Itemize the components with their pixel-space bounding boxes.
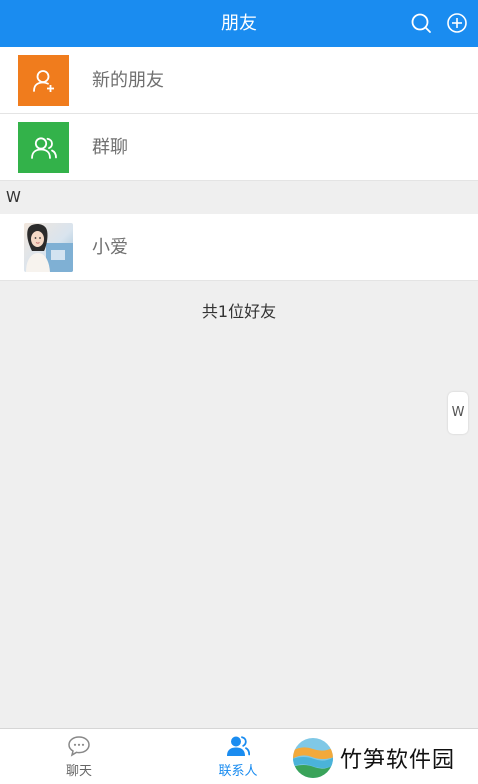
group-icon	[30, 136, 57, 159]
group-chat-row[interactable]: 群聊	[0, 114, 478, 181]
watermark-text: 竹笋软件园	[340, 748, 456, 773]
add-circle-icon	[447, 13, 467, 33]
tab-chat[interactable]: 聊天	[19, 729, 139, 784]
watermark: 竹笋软件园	[292, 736, 472, 780]
chat-bubble-icon	[68, 736, 90, 757]
contact-row[interactable]: 小爱	[0, 214, 478, 281]
page-title: 朋友	[221, 13, 257, 34]
group-chat-tile	[18, 122, 69, 173]
contact-name: 小爱	[92, 237, 128, 258]
contacts-screen: 朋友 新的朋友 群聊 W 小爱 共1位好友 W 聊天 联系人 竹笋软件园	[0, 0, 478, 784]
avatar-photo	[26, 223, 73, 272]
contacts-icon	[227, 736, 250, 756]
tab-contacts[interactable]: 联系人	[178, 729, 298, 784]
contact-list: 新的朋友 群聊 W 小爱	[0, 47, 478, 281]
friend-count: 共1位好友	[201, 302, 277, 321]
avatar	[24, 223, 73, 272]
new-friends-label: 新的朋友	[92, 70, 164, 91]
tab-chat-label: 聊天	[65, 764, 92, 779]
new-friends-row[interactable]: 新的朋友	[0, 47, 478, 114]
alphabet-index-bar[interactable]: W	[448, 392, 468, 434]
section-header-w: W	[0, 181, 478, 214]
watermark-logo	[293, 738, 333, 778]
search-button[interactable]	[410, 12, 432, 34]
add-button[interactable]	[446, 12, 468, 34]
tab-contacts-label: 联系人	[218, 764, 258, 779]
search-icon	[411, 13, 431, 33]
add-user-icon	[32, 69, 54, 92]
new-friends-tile	[18, 55, 69, 106]
group-chat-label: 群聊	[92, 137, 128, 158]
top-bar: 朋友	[0, 0, 478, 47]
index-letter-w[interactable]: W	[452, 405, 465, 420]
